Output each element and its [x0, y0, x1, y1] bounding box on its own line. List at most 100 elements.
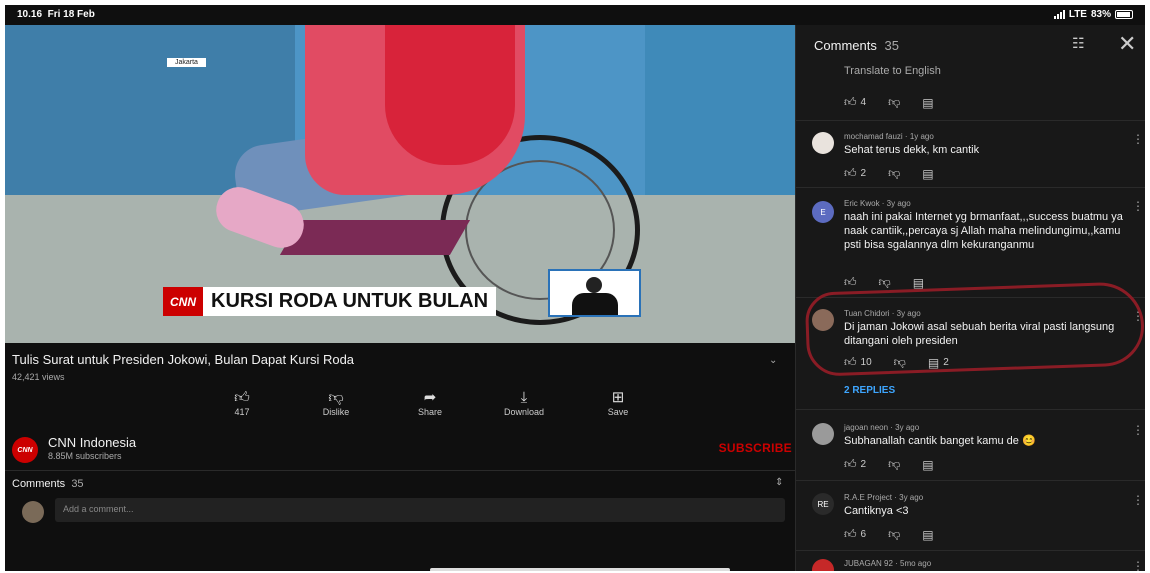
more-options-icon[interactable]: ⋮	[1132, 423, 1144, 437]
comment-meta: R.A.E Project · 3y ago	[844, 493, 924, 502]
status-bar: 10.16 Fri 18 Feb LTE 83%	[5, 5, 1145, 25]
channel-avatar[interactable]: CNN	[12, 437, 38, 463]
comment-reply-button[interactable]: ▤	[922, 96, 933, 110]
news-lower-third: CNN KURSI RODA UNTUK BULAN	[163, 287, 497, 316]
reply-icon: ▤	[922, 527, 934, 542]
save-button[interactable]: ⊞ Save	[571, 389, 665, 417]
comment-meta: JUBAGAN 92 · 5mo ago	[844, 559, 932, 568]
expand-description-icon[interactable]: ⌄	[769, 355, 777, 366]
video-actions: 👍︎ 417 👎︎ Dislike ➦ Share ⤓ Download ⊞ S…	[195, 389, 665, 417]
download-button[interactable]: ⤓ Download	[477, 389, 571, 417]
comment-reply-button[interactable]: ▤	[922, 528, 933, 542]
comment-like-button[interactable]: 👍︎ 6	[844, 527, 866, 542]
divider	[796, 120, 1145, 121]
comment-actions: 👍︎ 2 👎︎ ▤	[844, 166, 934, 181]
video-player[interactable]: Jakarta CNN KURSI RODA UNTUK BULAN	[5, 25, 795, 343]
comment-dislike-button[interactable]: 👎︎	[888, 95, 900, 110]
video-person-shirt	[385, 25, 515, 165]
comment-like-button[interactable]: 👍︎ 2	[844, 457, 866, 472]
comment-dislike-button[interactable]: 👎︎	[879, 275, 891, 290]
comments-panel-header: Comments 35 ☷ ✕	[796, 25, 1145, 61]
reply-icon: ▤	[922, 166, 934, 181]
more-options-icon[interactable]: ⋮	[1132, 559, 1144, 571]
like-count: 417	[234, 407, 250, 417]
comment-like-button[interactable]: 👍︎ 4	[844, 95, 866, 110]
save-label: Save	[607, 407, 629, 417]
comment-avatar[interactable]	[812, 132, 834, 154]
subscribe-button[interactable]: SUBSCRIBE	[719, 441, 792, 455]
close-icon[interactable]: ✕	[1118, 31, 1136, 57]
dislike-icon: 👎︎	[888, 527, 901, 541]
comment-actions: 👍︎ 👎︎ ▤	[844, 275, 924, 290]
comment-age: 1y ago	[909, 132, 934, 141]
more-options-icon[interactable]: ⋮	[1132, 199, 1144, 213]
video-title[interactable]: Tulis Surat untuk Presiden Jokowi, Bulan…	[12, 352, 354, 367]
video-scene-floor	[5, 195, 795, 343]
comments-teaser-count: 35	[71, 478, 84, 490]
share-button[interactable]: ➦ Share	[383, 389, 477, 417]
comment-actions: 👍︎ 4 👎︎ ▤	[844, 95, 934, 110]
comments-teaser-label: Comments	[12, 478, 66, 490]
expand-comments-icon[interactable]: ⇕	[775, 477, 783, 488]
like-icon: 👍︎	[844, 275, 857, 289]
sort-filter-icon[interactable]: ☷	[1072, 35, 1085, 52]
user-avatar	[22, 501, 44, 523]
channel-name[interactable]: CNN Indonesia	[48, 435, 136, 450]
comment-dislike-button[interactable]: 👎︎	[888, 527, 900, 542]
like-icon: 👍︎	[844, 457, 857, 471]
view-count: 42,421 views	[12, 372, 65, 382]
comment-author: mochamad fauzi	[844, 132, 903, 141]
home-indicator[interactable]	[430, 568, 730, 571]
comment-author: JUBAGAN 92	[844, 559, 893, 568]
highlight-annotation	[804, 281, 1145, 377]
share-icon: ➦	[423, 389, 437, 406]
divider	[796, 550, 1145, 551]
dislike-icon: 👎︎	[888, 95, 901, 109]
location-label: Jakarta	[167, 58, 206, 67]
comment-avatar[interactable]: E	[812, 201, 834, 223]
comment-like-count: 2	[860, 168, 867, 179]
subscriber-count: 8.85M subscribers	[48, 451, 122, 461]
status-time: 10.16	[17, 9, 43, 20]
comments-teaser-title: Comments 35	[12, 478, 84, 490]
comment-dislike-button[interactable]: 👎︎	[888, 166, 900, 181]
view-replies-button[interactable]: 2 REPLIES	[844, 385, 895, 396]
comments-teaser[interactable]: Comments 35 ⇕ Add a comment...	[5, 470, 795, 530]
comment-actions: 👍︎ 6 👎︎ ▤	[844, 527, 934, 542]
comment-reply-button[interactable]: ▤	[922, 458, 933, 472]
dislike-icon: 👎︎	[888, 457, 901, 471]
divider	[796, 187, 1145, 188]
divider	[796, 480, 1145, 481]
comment-avatar[interactable]	[812, 559, 834, 571]
like-button[interactable]: 👍︎ 417	[195, 389, 289, 417]
like-icon: 👍︎	[844, 95, 857, 109]
dislike-button[interactable]: 👎︎ Dislike	[289, 389, 383, 417]
more-options-icon[interactable]: ⋮	[1132, 132, 1144, 146]
comment-avatar[interactable]: RE	[812, 493, 834, 515]
dislike-label: Dislike	[322, 407, 350, 417]
comment-reply-button[interactable]: ▤	[922, 167, 933, 181]
comment-like-button[interactable]: 👍︎	[844, 275, 857, 290]
comments-panel-count: 35	[884, 38, 899, 53]
network-label: LTE	[1068, 9, 1087, 20]
add-comment-input[interactable]: Add a comment...	[55, 498, 785, 522]
save-icon: ⊞	[611, 389, 625, 406]
dislike-icon: 👎︎	[328, 389, 344, 406]
like-icon: 👍︎	[844, 166, 857, 180]
comment-reply-button[interactable]: ▤	[913, 276, 924, 290]
comment-like-button[interactable]: 👍︎ 2	[844, 166, 866, 181]
battery-label: 83%	[1090, 9, 1111, 20]
app-screen: 10.16 Fri 18 Feb LTE 83% Jakarta CNN KUR…	[5, 5, 1145, 571]
comment-age: 3y ago	[899, 493, 924, 502]
download-label: Download	[503, 407, 545, 417]
translate-link[interactable]: Translate to English	[844, 65, 941, 77]
comment-dislike-button[interactable]: 👎︎	[888, 457, 900, 472]
comment-author: jagoan neon	[844, 423, 889, 432]
download-icon: ⤓	[520, 389, 528, 406]
comment-avatar[interactable]	[812, 423, 834, 445]
more-options-icon[interactable]: ⋮	[1132, 493, 1144, 507]
sign-language-inset	[548, 269, 641, 317]
comment-text: Sehat terus dekk, km cantik	[844, 144, 980, 156]
comment-meta: jagoan neon · 3y ago	[844, 423, 920, 432]
comment-like-count: 2	[860, 459, 867, 470]
